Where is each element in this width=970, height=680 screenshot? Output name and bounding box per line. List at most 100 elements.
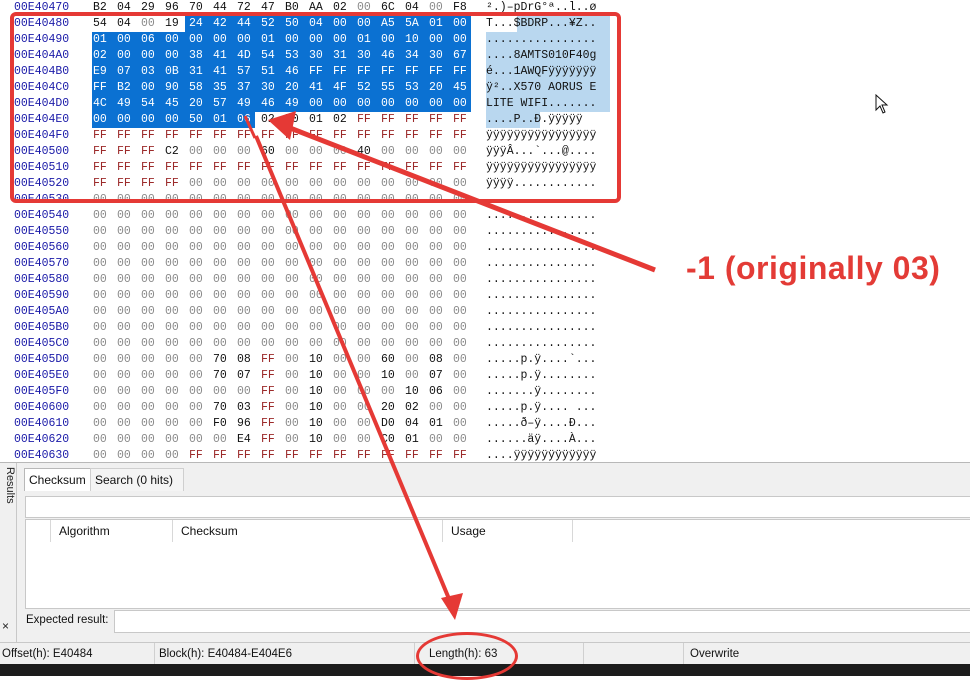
hex-byte[interactable]: 70 bbox=[213, 352, 229, 368]
hex-byte[interactable]: 00 bbox=[141, 240, 157, 256]
hex-byte[interactable]: 00 bbox=[453, 304, 469, 320]
hex-byte[interactable]: 00 bbox=[165, 368, 181, 384]
hex-byte[interactable]: 00 bbox=[357, 224, 373, 240]
hex-byte[interactable]: 70 bbox=[213, 368, 229, 384]
hex-byte[interactable]: 00 bbox=[381, 224, 397, 240]
hex-byte[interactable]: FF bbox=[285, 448, 301, 462]
hex-byte[interactable]: 00 bbox=[165, 336, 181, 352]
hex-byte[interactable]: 00 bbox=[333, 288, 349, 304]
hex-byte[interactable]: 00 bbox=[405, 224, 421, 240]
hex-byte[interactable]: 00 bbox=[405, 320, 421, 336]
hex-byte[interactable]: 00 bbox=[93, 256, 109, 272]
checksum-filter-field[interactable] bbox=[25, 496, 970, 518]
hex-byte[interactable]: 00 bbox=[405, 256, 421, 272]
hex-byte[interactable]: 00 bbox=[213, 208, 229, 224]
hex-byte[interactable]: 00 bbox=[333, 224, 349, 240]
hex-byte[interactable]: 00 bbox=[285, 336, 301, 352]
hex-byte[interactable]: FF bbox=[261, 384, 277, 400]
hex-byte[interactable]: 00 bbox=[189, 416, 205, 432]
status-mode[interactable]: Overwrite bbox=[688, 643, 970, 665]
hex-byte[interactable]: 10 bbox=[309, 352, 325, 368]
hex-byte[interactable]: 00 bbox=[333, 416, 349, 432]
hex-byte[interactable]: 00 bbox=[165, 240, 181, 256]
hex-byte[interactable]: 00 bbox=[165, 384, 181, 400]
hex-byte[interactable]: 00 bbox=[285, 208, 301, 224]
hex-row[interactable]: 00E40630 00 00 00 00 FF FF FF FF FF FF FF FF FF FF FF FF… bbox=[0, 448, 970, 462]
hex-byte[interactable]: 00 bbox=[237, 304, 253, 320]
hex-byte[interactable]: 00 bbox=[141, 432, 157, 448]
hex-byte[interactable]: 00 bbox=[453, 224, 469, 240]
hex-byte[interactable]: 00 bbox=[429, 288, 445, 304]
hex-row[interactable]: 00E40620 00 00 00 00 00 00 E4 FF 00 10 00 00 C0 01 00 00… bbox=[0, 432, 970, 448]
hex-byte[interactable]: 00 bbox=[141, 304, 157, 320]
hex-byte[interactable]: 00 bbox=[309, 304, 325, 320]
hex-row[interactable]: 00E40550 00 00 00 00 00 00 00 00 00 00 00 00 00 00 00 00… bbox=[0, 224, 970, 240]
hex-byte[interactable]: 00 bbox=[453, 416, 469, 432]
hex-byte[interactable]: 10 bbox=[381, 368, 397, 384]
hex-byte[interactable]: 00 bbox=[93, 208, 109, 224]
results-side-label[interactable]: Results bbox=[0, 467, 16, 504]
tab-checksum[interactable]: Checksum bbox=[24, 468, 96, 491]
hex-byte[interactable]: 00 bbox=[453, 368, 469, 384]
hex-byte[interactable]: 00 bbox=[453, 288, 469, 304]
hex-byte[interactable]: 00 bbox=[213, 432, 229, 448]
hex-byte[interactable]: 00 bbox=[405, 288, 421, 304]
hex-byte[interactable]: 00 bbox=[189, 288, 205, 304]
hex-byte[interactable]: 00 bbox=[93, 224, 109, 240]
close-icon[interactable]: × bbox=[2, 619, 9, 633]
hex-byte[interactable]: 00 bbox=[117, 272, 133, 288]
hex-byte[interactable]: FF bbox=[261, 368, 277, 384]
hex-byte[interactable]: 00 bbox=[141, 336, 157, 352]
row-ascii[interactable]: ................ bbox=[486, 224, 616, 240]
hex-byte[interactable]: 00 bbox=[429, 304, 445, 320]
hex-byte[interactable]: 10 bbox=[309, 432, 325, 448]
hex-byte[interactable]: FF bbox=[261, 416, 277, 432]
hex-byte[interactable]: FF bbox=[429, 448, 445, 462]
hex-byte[interactable]: 00 bbox=[261, 208, 277, 224]
hex-row[interactable]: 00E40590 00 00 00 00 00 00 00 00 00 00 00 00 00 00 00 00… bbox=[0, 288, 970, 304]
row-ascii[interactable]: .....p.ÿ....`... bbox=[486, 352, 616, 368]
hex-byte[interactable]: 00 bbox=[93, 320, 109, 336]
hex-byte[interactable]: 00 bbox=[357, 432, 373, 448]
hex-byte[interactable]: 00 bbox=[237, 288, 253, 304]
hex-byte[interactable]: 00 bbox=[93, 304, 109, 320]
hex-byte[interactable]: 00 bbox=[453, 400, 469, 416]
hex-byte[interactable]: 00 bbox=[141, 320, 157, 336]
hex-byte[interactable]: 00 bbox=[117, 352, 133, 368]
hex-byte[interactable]: 00 bbox=[165, 288, 181, 304]
hex-byte[interactable]: 00 bbox=[165, 272, 181, 288]
hex-byte[interactable]: 00 bbox=[453, 240, 469, 256]
hex-byte[interactable]: 00 bbox=[381, 384, 397, 400]
hex-byte[interactable]: FF bbox=[381, 448, 397, 462]
hex-byte[interactable]: 00 bbox=[309, 320, 325, 336]
hex-byte[interactable]: 00 bbox=[381, 240, 397, 256]
hex-byte[interactable]: 00 bbox=[453, 384, 469, 400]
hex-byte[interactable]: 00 bbox=[381, 272, 397, 288]
hex-byte[interactable]: 00 bbox=[141, 368, 157, 384]
hex-byte[interactable]: 00 bbox=[453, 208, 469, 224]
hex-byte[interactable]: 00 bbox=[381, 256, 397, 272]
hex-byte[interactable]: 00 bbox=[333, 336, 349, 352]
hex-byte[interactable]: 00 bbox=[285, 224, 301, 240]
hex-byte[interactable]: 08 bbox=[237, 352, 253, 368]
hex-byte[interactable]: 00 bbox=[333, 368, 349, 384]
tab-search[interactable]: Search (0 hits) bbox=[90, 468, 184, 491]
hex-byte[interactable]: 00 bbox=[453, 272, 469, 288]
hex-byte[interactable]: 00 bbox=[357, 240, 373, 256]
hex-byte[interactable]: FF bbox=[357, 448, 373, 462]
hex-byte[interactable]: 00 bbox=[117, 384, 133, 400]
hex-byte[interactable]: 00 bbox=[429, 240, 445, 256]
hex-byte[interactable]: 00 bbox=[357, 256, 373, 272]
hex-byte[interactable]: 00 bbox=[333, 432, 349, 448]
hex-byte[interactable]: 00 bbox=[237, 320, 253, 336]
hex-byte[interactable]: 00 bbox=[333, 384, 349, 400]
hex-byte[interactable]: 00 bbox=[405, 336, 421, 352]
hex-byte[interactable]: 00 bbox=[213, 272, 229, 288]
hex-byte[interactable]: FF bbox=[261, 432, 277, 448]
hex-byte[interactable]: 00 bbox=[333, 400, 349, 416]
hex-byte[interactable]: 00 bbox=[213, 288, 229, 304]
hex-byte[interactable]: 00 bbox=[285, 416, 301, 432]
hex-byte[interactable]: 00 bbox=[141, 416, 157, 432]
hex-byte[interactable]: 00 bbox=[189, 384, 205, 400]
hex-byte[interactable]: 00 bbox=[117, 368, 133, 384]
